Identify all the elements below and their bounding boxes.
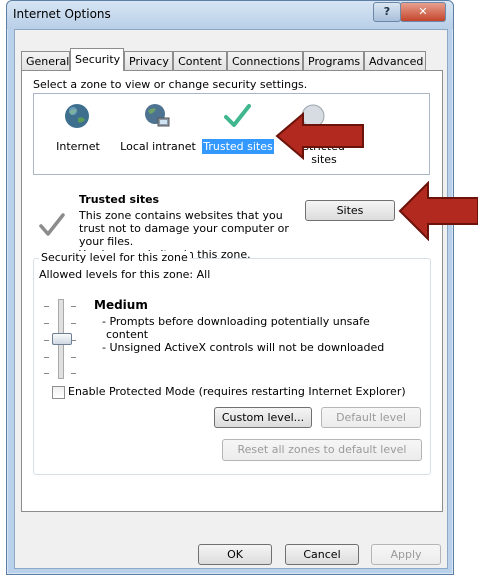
trusted-zone-checkmark-icon [39, 213, 65, 236]
slider-thumb[interactable] [52, 333, 72, 345]
globe-icon [65, 104, 89, 128]
custom-level-button[interactable]: Custom level... [214, 407, 312, 428]
cancel-button[interactable]: Cancel [285, 544, 359, 565]
tab-strip: General Security Privacy Content Connect… [21, 48, 445, 71]
level-desc-1b: content [106, 328, 149, 341]
protected-mode-label: Enable Protected Mode (requires restarti… [68, 385, 406, 398]
network-globe-icon [145, 104, 170, 127]
zone-internet-label: Internet [56, 140, 100, 153]
zone-trusted-sites-label: Trusted sites [202, 139, 274, 154]
tab-programs[interactable]: Programs [303, 51, 364, 70]
tab-security[interactable]: Security [70, 48, 124, 71]
zone-internet[interactable]: Internet [38, 94, 118, 172]
checkmark-icon [224, 104, 251, 127]
title-bar[interactable]: Internet Options ? ✕ [7, 1, 453, 29]
level-name: Medium [94, 298, 148, 312]
red-arrow-pointing-sites-button [398, 181, 478, 241]
security-panel: Select a zone to view or change security… [21, 70, 443, 512]
sites-button[interactable]: Sites [305, 200, 395, 221]
security-level-group: Security level for this zone Allowed lev… [33, 251, 431, 475]
zone-trusted-sites[interactable]: Trusted sites [198, 94, 278, 172]
apply-button[interactable]: Apply [371, 544, 441, 565]
window-title: Internet Options [13, 7, 111, 21]
tab-connections[interactable]: Connections [227, 51, 303, 70]
red-arrow-pointing-trusted-sites [275, 112, 364, 160]
internet-options-window: Internet Options ? ✕ General Security Pr… [6, 0, 454, 575]
zone-local-intranet[interactable]: Local intranet [118, 94, 198, 172]
ok-button[interactable]: OK [198, 544, 272, 565]
zone-local-intranet-label: Local intranet [120, 140, 196, 153]
protected-mode-checkbox[interactable] [52, 386, 65, 399]
zone-info-line3: your files. [79, 235, 134, 248]
allowed-levels-label: Allowed levels for this zone: All [39, 268, 211, 281]
tab-content[interactable]: Content [173, 51, 227, 70]
zone-prompt: Select a zone to view or change security… [33, 78, 308, 91]
tab-privacy[interactable]: Privacy [124, 51, 173, 70]
tab-general[interactable]: General [21, 51, 70, 70]
security-level-title: Security level for this zone [39, 251, 190, 264]
zone-info-title: Trusted sites [79, 193, 160, 206]
zone-info-line2: trust not to damage your computer or [79, 222, 289, 235]
zone-info-line1: This zone contains websites that you [79, 209, 283, 222]
reset-all-zones-button[interactable]: Reset all zones to default level [222, 439, 422, 461]
level-desc-2: - Unsigned ActiveX controls will not be … [102, 341, 385, 354]
help-button[interactable]: ? [373, 2, 401, 22]
zone-list: Internet Local intranet Trusted sites si… [33, 93, 430, 175]
level-desc-1a: - Prompts before downloading potentially… [102, 315, 370, 328]
default-level-button[interactable]: Default level [321, 407, 421, 428]
dialog-body: General Security Privacy Content Connect… [14, 29, 448, 569]
tab-advanced[interactable]: Advanced [364, 51, 426, 70]
close-button[interactable]: ✕ [400, 2, 446, 22]
